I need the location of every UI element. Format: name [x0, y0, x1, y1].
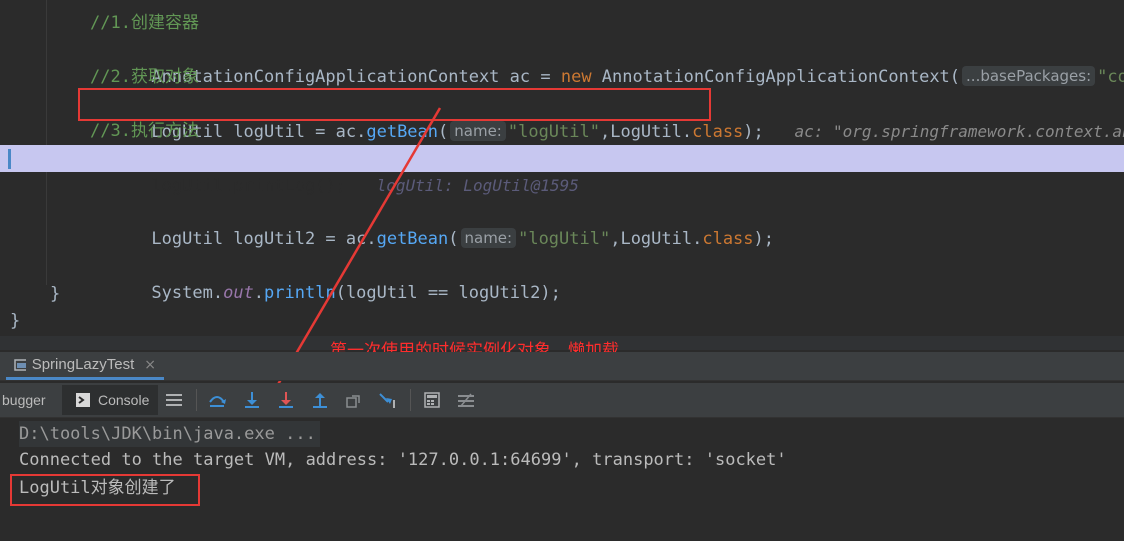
run-config-icon: [14, 358, 26, 371]
console-tab-label: Console: [98, 392, 150, 408]
run-panel-header: SpringLazyTest ×: [0, 352, 1124, 381]
console-tab[interactable]: Console: [62, 385, 158, 415]
toolbar-separator: [410, 389, 411, 411]
console-line-connected: Connected to the target VM, address: '12…: [19, 450, 787, 470]
step-over-icon[interactable]: [207, 390, 227, 410]
debugger-tab[interactable]: bugger: [2, 392, 46, 408]
step-into-icon[interactable]: [242, 390, 262, 410]
debug-toolbar: bugger Console: [0, 383, 1124, 418]
drop-frame-icon[interactable]: [344, 390, 364, 410]
run-to-cursor-icon[interactable]: [378, 390, 398, 410]
console-line-command: D:\tools\JDK\bin\java.exe ...: [19, 421, 320, 447]
run-tab-springlazytest[interactable]: SpringLazyTest ×: [6, 352, 164, 380]
force-step-into-icon[interactable]: [276, 390, 296, 410]
menu-lines-icon[interactable]: [164, 390, 184, 410]
step-out-icon[interactable]: [310, 390, 330, 410]
close-icon[interactable]: ×: [144, 357, 156, 373]
trace-stream-icon[interactable]: [456, 390, 476, 410]
evaluate-expression-icon[interactable]: [422, 390, 442, 410]
console-icon: [76, 393, 90, 407]
run-tab-label: SpringLazyTest: [31, 356, 135, 373]
highlight-box-console-output: [10, 474, 200, 506]
toolbar-separator: [196, 389, 197, 411]
